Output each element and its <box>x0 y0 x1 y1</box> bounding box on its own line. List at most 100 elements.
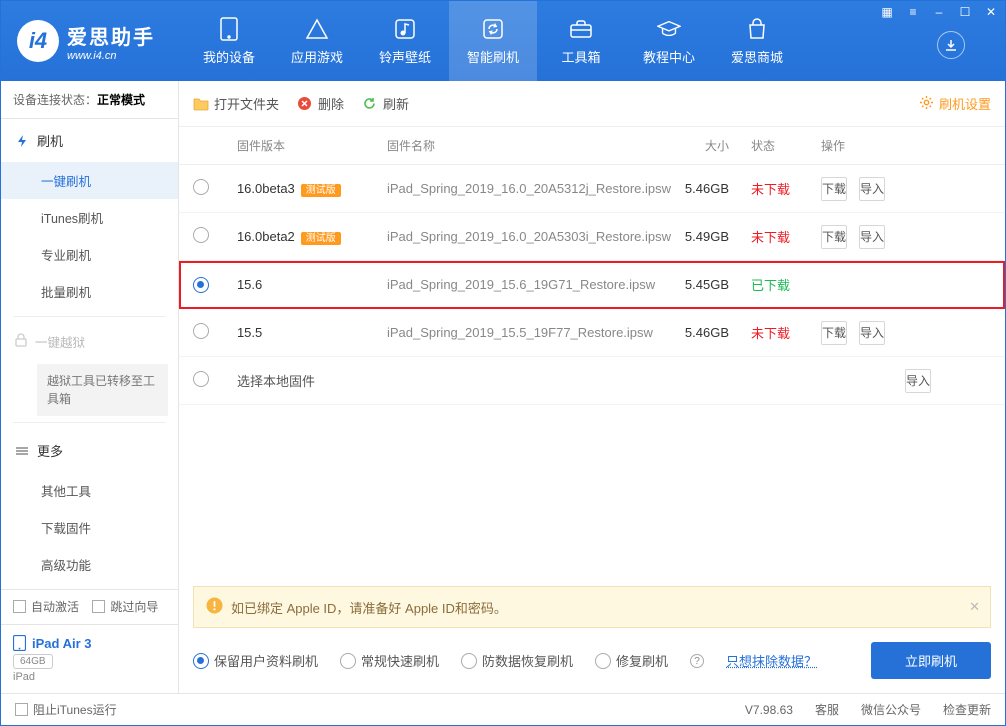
footer-service[interactable]: 客服 <box>815 701 839 718</box>
device-name[interactable]: iPad Air 3 <box>13 635 166 651</box>
opt-normal[interactable]: 常规快速刷机 <box>340 651 439 670</box>
sidebar-jailbreak: 一键越狱 <box>1 323 178 360</box>
cell-version: 16.0beta2测试版 <box>237 229 387 244</box>
skip-guide-checkbox[interactable]: 跳过向导 <box>92 598 158 615</box>
device-storage-badge: 64GB <box>13 654 53 669</box>
cell-status: 已下载 <box>751 275 821 294</box>
window-controls: ▦ ≡ – ☐ ✕ <box>879 5 999 19</box>
import-button[interactable]: 导入 <box>859 321 885 345</box>
top-nav: 我的设备 应用游戏 铃声壁纸 智能刷机 工具箱 教程中心 爱思商城 <box>185 1 989 81</box>
device-type: iPad <box>13 671 166 683</box>
radio-firmware[interactable] <box>193 227 209 243</box>
cell-filename: iPad_Spring_2019_15.6_19G71_Restore.ipsw <box>387 277 671 292</box>
import-button[interactable]: 导入 <box>905 369 931 393</box>
nav-my-device[interactable]: 我的设备 <box>185 1 273 81</box>
opt-repair[interactable]: 修复刷机 <box>595 651 668 670</box>
th-ops: 操作 <box>821 137 991 154</box>
sidebar-flash-group[interactable]: 刷机 <box>1 119 178 162</box>
nav-flash[interactable]: 智能刷机 <box>449 1 537 81</box>
erase-link[interactable]: 只想抹除数据？ <box>726 651 817 670</box>
logo: i4 爱思助手 www.i4.cn <box>17 20 155 62</box>
th-status: 状态 <box>751 137 821 154</box>
footer-update[interactable]: 检查更新 <box>943 701 991 718</box>
nav-toolbox[interactable]: 工具箱 <box>537 1 625 81</box>
flash-now-button[interactable]: 立即刷机 <box>871 642 991 679</box>
lock-icon <box>15 333 27 350</box>
nav-apps[interactable]: 应用游戏 <box>273 1 361 81</box>
main-panel: 打开文件夹 删除 刷新 刷机设置 固件版本 固件名称 大小 状态 操作 <box>179 81 1005 693</box>
sidebar-item-other[interactable]: 其他工具 <box>1 472 178 509</box>
download-ring-button[interactable] <box>937 31 965 59</box>
brand-url: www.i4.cn <box>67 50 155 62</box>
table-row[interactable]: 15.5iPad_Spring_2019_15.5_19F77_Restore.… <box>179 309 1005 357</box>
version-label: V7.98.63 <box>745 703 793 717</box>
warning-icon <box>206 597 223 617</box>
download-button[interactable]: 下载 <box>821 225 847 249</box>
cell-filename: iPad_Spring_2019_15.5_19F77_Restore.ipsw <box>387 325 671 340</box>
sidebar-item-advanced[interactable]: 高级功能 <box>1 546 178 583</box>
win-maximize-icon[interactable]: ☐ <box>957 5 973 19</box>
auto-activate-checkbox[interactable]: 自动激活 <box>13 598 79 615</box>
sidebar-item-pro[interactable]: 专业刷机 <box>1 236 178 273</box>
tablet-icon <box>13 635 26 651</box>
toolbox-icon <box>569 17 593 41</box>
toolbar: 打开文件夹 删除 刷新 刷机设置 <box>179 81 1005 127</box>
music-icon <box>393 17 417 41</box>
win-menu-icon[interactable]: ≡ <box>905 5 921 19</box>
folder-icon <box>193 96 209 112</box>
nav-store[interactable]: 爱思商城 <box>713 1 801 81</box>
th-version: 固件版本 <box>237 137 387 154</box>
cell-size: 5.49GB <box>671 229 751 244</box>
radio-local[interactable] <box>193 371 209 387</box>
radio-firmware[interactable] <box>193 277 209 293</box>
cell-filename: iPad_Spring_2019_16.0_20A5312j_Restore.i… <box>387 181 671 196</box>
th-name: 固件名称 <box>387 137 671 154</box>
radio-firmware[interactable] <box>193 323 209 339</box>
nav-ringtones[interactable]: 铃声壁纸 <box>361 1 449 81</box>
block-itunes-checkbox[interactable]: 阻止iTunes运行 <box>15 701 117 718</box>
import-button[interactable]: 导入 <box>859 225 885 249</box>
sidebar-bottom-opts: 自动激活 跳过向导 <box>1 589 178 624</box>
app-header: i4 爱思助手 www.i4.cn 我的设备 应用游戏 铃声壁纸 智能刷机 工具… <box>1 1 1005 81</box>
open-folder-button[interactable]: 打开文件夹 <box>193 94 279 113</box>
cell-size: 5.46GB <box>671 325 751 340</box>
win-grid-icon[interactable]: ▦ <box>879 5 895 19</box>
table-row[interactable]: 15.6iPad_Spring_2019_15.6_19G71_Restore.… <box>179 261 1005 309</box>
footer-wechat[interactable]: 微信公众号 <box>861 701 921 718</box>
cell-size: 5.45GB <box>671 277 751 292</box>
win-minimize-icon[interactable]: – <box>931 5 947 19</box>
download-button[interactable]: 下载 <box>821 177 847 201</box>
flash-icon <box>15 134 29 148</box>
radio-firmware[interactable] <box>193 179 209 195</box>
sidebar-item-download-fw[interactable]: 下载固件 <box>1 509 178 546</box>
table-row[interactable]: 16.0beta3测试版iPad_Spring_2019_16.0_20A531… <box>179 165 1005 213</box>
sidebar: 设备连接状态：正常模式 刷机 一键刷机 iTunes刷机 专业刷机 批量刷机 一… <box>1 81 179 693</box>
gear-icon <box>919 95 934 113</box>
cell-status: 未下载 <box>751 179 821 198</box>
refresh-button[interactable]: 刷新 <box>362 94 409 113</box>
flash-settings-button[interactable]: 刷机设置 <box>919 94 991 113</box>
win-close-icon[interactable]: ✕ <box>983 5 999 19</box>
sidebar-item-batch[interactable]: 批量刷机 <box>1 273 178 310</box>
device-panel: iPad Air 3 64GB iPad <box>1 624 178 693</box>
help-icon[interactable]: ? <box>690 654 704 668</box>
warning-close-icon[interactable]: ✕ <box>969 599 980 615</box>
table-row[interactable]: 16.0beta2测试版iPad_Spring_2019_16.0_20A530… <box>179 213 1005 261</box>
sidebar-item-oneclick[interactable]: 一键刷机 <box>1 162 178 199</box>
flash-options: 保留用户资料刷机 常规快速刷机 防数据恢复刷机 修复刷机 ? 只想抹除数据？ 立… <box>179 628 1005 693</box>
sidebar-more-group[interactable]: 更多 <box>1 429 178 472</box>
refresh-icon <box>481 17 505 41</box>
connection-status: 设备连接状态：正常模式 <box>1 81 178 119</box>
download-button[interactable]: 下载 <box>821 321 847 345</box>
nav-tutorials[interactable]: 教程中心 <box>625 1 713 81</box>
delete-button[interactable]: 删除 <box>297 94 344 113</box>
opt-keep-data[interactable]: 保留用户资料刷机 <box>193 651 318 670</box>
graduation-icon <box>657 17 681 41</box>
import-button[interactable]: 导入 <box>859 177 885 201</box>
sidebar-item-itunes[interactable]: iTunes刷机 <box>1 199 178 236</box>
opt-anti-recover[interactable]: 防数据恢复刷机 <box>461 651 573 670</box>
choose-local-row[interactable]: 选择本地固件 导入 <box>179 357 1005 405</box>
cell-size: 5.46GB <box>671 181 751 196</box>
th-size: 大小 <box>671 137 751 154</box>
table-header: 固件版本 固件名称 大小 状态 操作 <box>179 127 1005 165</box>
